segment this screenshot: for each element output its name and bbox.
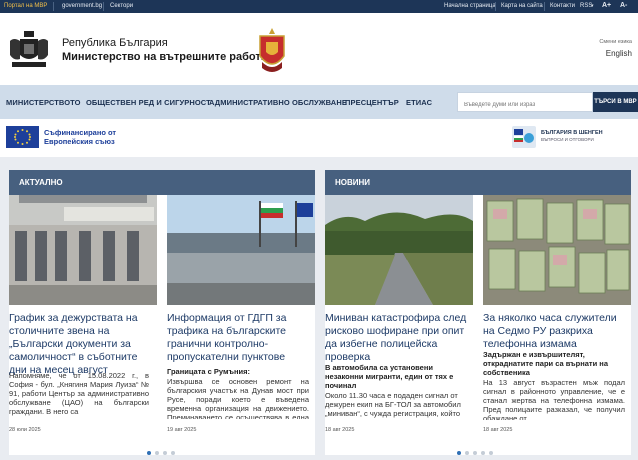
divider	[103, 2, 104, 11]
actual-heading: АКТУАЛНО	[9, 170, 315, 195]
banknotes-photo	[483, 195, 631, 305]
language-switch[interactable]: English	[606, 49, 632, 58]
schengen-icon[interactable]	[512, 126, 536, 148]
nav-item-etias[interactable]: ЕТИАС	[406, 98, 432, 107]
card-subtitle: Границата с Румъния:	[167, 367, 251, 376]
carousel-dot[interactable]	[465, 451, 469, 455]
top-bar: Портал на МВР government.bg Сектори Нача…	[0, 0, 638, 13]
divider	[495, 2, 496, 11]
sitemap-link[interactable]: Карта на сайта	[501, 3, 543, 9]
carousel-dot[interactable]	[147, 451, 151, 455]
coat-of-arms-icon[interactable]	[6, 29, 52, 71]
carousel-dot[interactable]	[171, 451, 175, 455]
eu-flag-icon[interactable]	[6, 126, 39, 148]
nav-item-press-center[interactable]: ПРЕСЦЕНТЪР	[345, 98, 399, 107]
carousel-dots	[457, 442, 497, 455]
eu-cofunded-text[interactable]: Съфинансирано от Европейския съюз	[44, 128, 134, 146]
portal-link[interactable]: Портал на МВР	[4, 3, 47, 9]
card-title[interactable]: График за дежурствата на столичните звен…	[9, 312, 149, 377]
sectors-link[interactable]: Сектори	[110, 3, 133, 9]
language-label: Смени езика	[599, 39, 632, 45]
site-header: Република България Министерство на вътре…	[0, 13, 638, 85]
news-panel: НОВИНИ Миниван катастрофира след рисково…	[325, 170, 631, 455]
mvr-emblem-icon	[259, 28, 285, 72]
card-title[interactable]: Миниван катастрофира след рисково шофира…	[325, 312, 467, 364]
card-title[interactable]: За няколко часа служители на Седмо РУ ра…	[483, 312, 625, 351]
search-input[interactable]	[458, 96, 592, 114]
card-body: Извършва се основен ремонт на българския…	[167, 377, 309, 419]
road-photo	[325, 195, 473, 305]
search-box	[457, 92, 593, 114]
actual-panel: АКТУАЛНО График за дежурствата на столич…	[9, 170, 315, 455]
schengen-title[interactable]: БЪЛГАРИЯ В ШЕНГЕН	[541, 130, 603, 136]
card-subtitle: Задържан е извършителят, откраднатите па…	[483, 350, 608, 377]
border-checkpoint-photo	[167, 195, 315, 305]
card-body: Около 11.30 часа е подаден сигнал от деж…	[325, 391, 461, 418]
search-button[interactable]: ТЪРСИ В МВР	[593, 92, 638, 112]
news-heading: НОВИНИ	[325, 170, 631, 195]
card-body: На 13 август възрастен мъж подал сигнал …	[483, 378, 625, 420]
contacts-link[interactable]: Контакти	[550, 3, 575, 9]
card-title[interactable]: Информация от ГДГП за трафика на българс…	[167, 312, 309, 364]
carousel-dot[interactable]	[163, 451, 167, 455]
card-body: Напомняме, че от 15.08.2022 г., в София …	[9, 371, 149, 416]
card-date: 19 авг 2025	[167, 427, 197, 433]
font-decrease-button[interactable]: A-	[620, 2, 627, 9]
schengen-subtitle[interactable]: ВЪПРОСИ И ОТГОВОРИ	[541, 137, 594, 142]
ministry-title[interactable]: Министерство на вътрешните работи	[62, 51, 267, 63]
divider	[544, 2, 545, 11]
nav-item-admin-services[interactable]: АДМИНИСТРАТИВНО ОБСЛУЖВАНЕ	[209, 98, 347, 107]
carousel-dots	[147, 442, 179, 455]
card-date: 18 авг 2025	[483, 427, 513, 433]
font-increase-button[interactable]: A+	[602, 2, 611, 9]
card-subtitle: В автомобила са установени незаконни миг…	[325, 363, 454, 390]
carousel-dot[interactable]	[155, 451, 159, 455]
government-link[interactable]: government.bg	[62, 3, 102, 9]
carousel-dot[interactable]	[481, 451, 485, 455]
republic-title[interactable]: Република България	[62, 37, 168, 49]
nav-item-public-order[interactable]: ОБЩЕСТВЕН РЕД И СИГУРНОСТ	[86, 98, 211, 107]
building-photo	[9, 195, 157, 305]
home-link[interactable]: Начална страница	[444, 3, 496, 9]
divider	[53, 2, 54, 11]
carousel-dot[interactable]	[457, 451, 461, 455]
chevron-down-icon[interactable]: ▾	[591, 3, 594, 9]
funding-band: Съфинансирано от Европейския съюз БЪЛГАР…	[0, 119, 638, 157]
carousel-dot[interactable]	[473, 451, 477, 455]
card-date: 28 юли 2025	[9, 427, 41, 433]
card-date: 18 авг 2025	[325, 427, 355, 433]
carousel-dot[interactable]	[489, 451, 493, 455]
nav-item-ministry[interactable]: МИНИСТЕРСТВОТО	[6, 98, 81, 107]
